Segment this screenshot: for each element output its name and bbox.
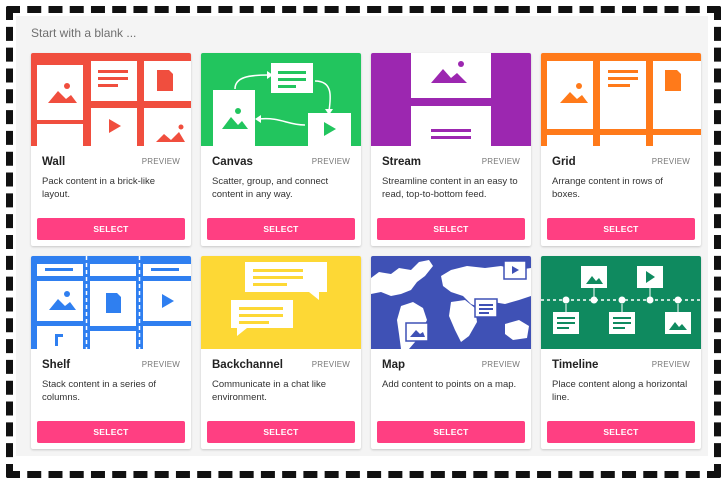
card-title: Map [382, 359, 405, 371]
card-title: Canvas [212, 156, 253, 168]
layout-grid: Wall PREVIEW Pack content in a brick-lik… [31, 53, 701, 449]
select-button[interactable]: SELECT [377, 421, 525, 443]
card-description: Pack content in a brick-like layout. [42, 176, 155, 200]
card-description: Add content to points on a map. [382, 379, 517, 390]
select-button[interactable]: SELECT [207, 218, 355, 240]
card-title: Backchannel [212, 359, 283, 371]
card-description: Scatter, group, and connect content in a… [212, 176, 329, 200]
select-button[interactable]: SELECT [547, 218, 695, 240]
preview-link[interactable]: PREVIEW [312, 157, 350, 166]
preview-link[interactable]: PREVIEW [482, 157, 520, 166]
card-description: Stack content in a series of columns. [42, 379, 157, 403]
card-title: Stream [382, 156, 421, 168]
backchannel-illustration [201, 256, 361, 349]
layout-card-map[interactable]: Map PREVIEW Add content to points on a m… [371, 256, 531, 449]
select-button[interactable]: SELECT [547, 421, 695, 443]
card-title: Shelf [42, 359, 71, 371]
card-title: Grid [552, 156, 576, 168]
layout-card-canvas[interactable]: Canvas PREVIEW Scatter, group, and conne… [201, 53, 361, 246]
card-description: Communicate in a chat like environment. [212, 379, 327, 403]
preview-link[interactable]: PREVIEW [652, 157, 690, 166]
section-heading: Start with a blank ... [31, 26, 137, 40]
select-button[interactable]: SELECT [377, 218, 525, 240]
preview-link[interactable]: PREVIEW [482, 360, 520, 369]
select-button[interactable]: SELECT [37, 421, 185, 443]
layout-card-stream[interactable]: Stream PREVIEW Streamline content in an … [371, 53, 531, 246]
preview-link[interactable]: PREVIEW [652, 360, 690, 369]
canvas-illustration [201, 53, 361, 146]
preview-link[interactable]: PREVIEW [312, 360, 350, 369]
layout-card-shelf[interactable]: Shelf PREVIEW Stack content in a series … [31, 256, 191, 449]
stream-illustration [371, 53, 531, 146]
map-illustration [371, 256, 531, 349]
grid-illustration [541, 53, 701, 146]
card-description: Arrange content in rows of boxes. [552, 176, 663, 200]
layout-card-timeline[interactable]: Timeline PREVIEW Place content along a h… [541, 256, 701, 449]
layout-card-backchannel[interactable]: Backchannel PREVIEW Communicate in a cha… [201, 256, 361, 449]
timeline-illustration [541, 256, 701, 349]
layout-card-wall[interactable]: Wall PREVIEW Pack content in a brick-lik… [31, 53, 191, 246]
card-title: Timeline [552, 359, 599, 371]
select-button[interactable]: SELECT [207, 421, 355, 443]
card-description: Place content along a horizontal line. [552, 379, 688, 403]
select-button[interactable]: SELECT [37, 218, 185, 240]
wall-illustration [31, 53, 191, 146]
card-description: Streamline content in an easy to read, t… [382, 176, 518, 200]
preview-link[interactable]: PREVIEW [142, 157, 180, 166]
shelf-illustration [31, 256, 191, 349]
preview-link[interactable]: PREVIEW [142, 360, 180, 369]
layout-card-grid[interactable]: Grid PREVIEW Arrange content in rows of … [541, 53, 701, 246]
card-title: Wall [42, 156, 66, 168]
